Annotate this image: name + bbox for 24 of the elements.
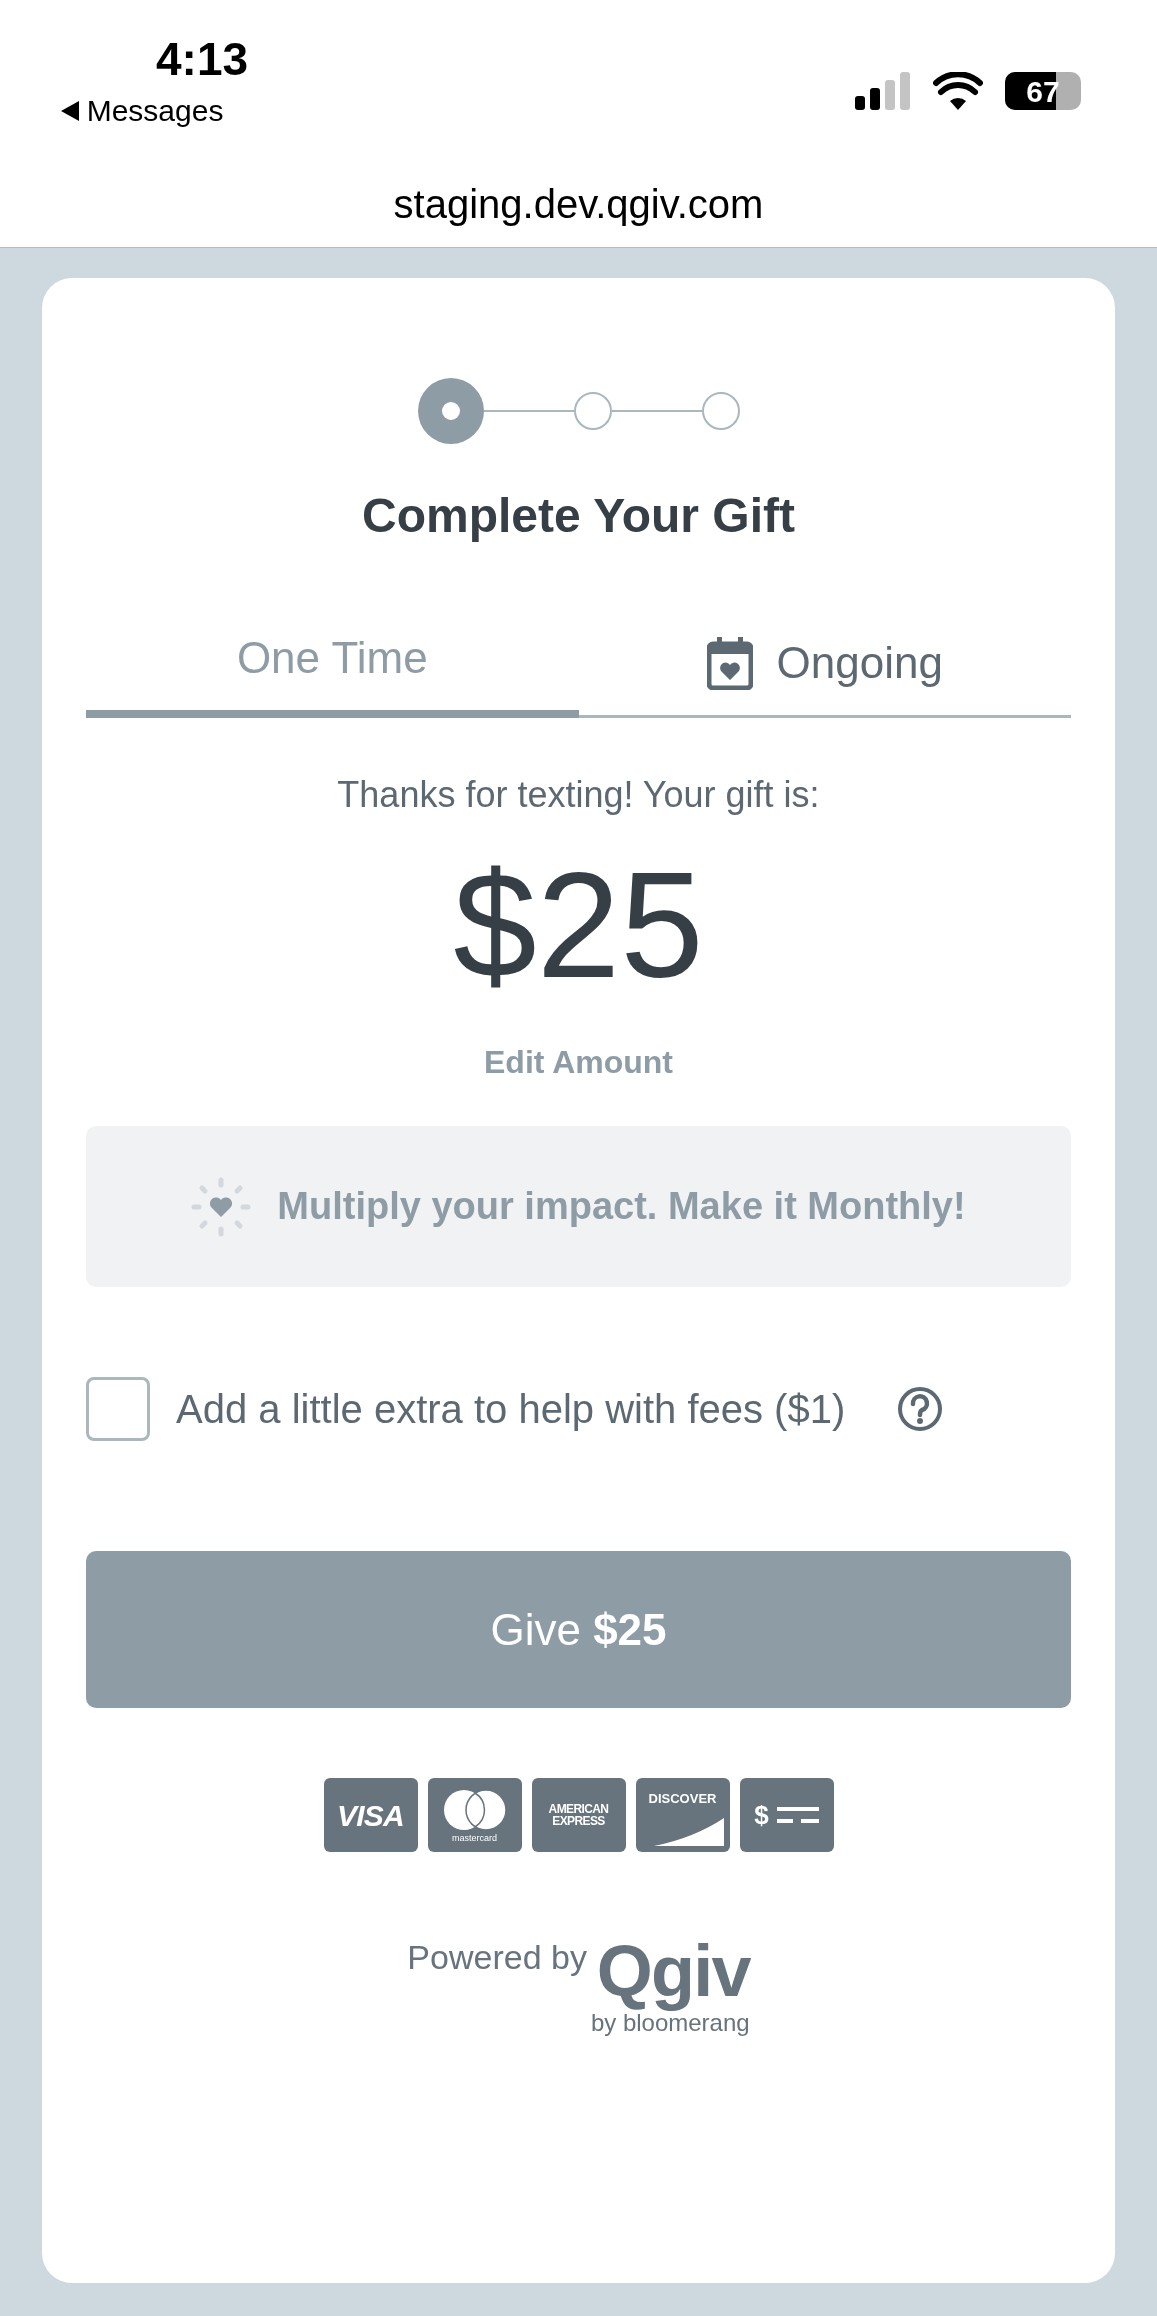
back-to-app-link[interactable]: Messages	[60, 88, 224, 133]
check-payment-logo: $	[739, 1778, 834, 1852]
amex-card-logo: AMERICAN EXPRESS	[531, 1778, 626, 1852]
signal-icon	[855, 72, 911, 110]
edit-amount-link[interactable]: Edit Amount	[484, 1038, 673, 1086]
help-icon[interactable]	[897, 1386, 944, 1432]
address-bar[interactable]: staging.dev.qgiv.com	[0, 160, 1157, 248]
amount-intro-text: Thanks for texting! Your gift is:	[337, 773, 820, 817]
frequency-tab[interactable]: One Time	[86, 606, 579, 718]
clock-time: 4:13	[156, 36, 249, 82]
page-title: Complete Your Gift	[362, 488, 795, 544]
mastercard-card-logo: mastercard	[427, 1778, 522, 1852]
gift-amount: $25	[453, 850, 704, 1000]
monthly-promo-banner[interactable]: Multiply your impact. Make it Monthly!	[86, 1126, 1071, 1287]
calendar-heart-icon	[706, 636, 753, 690]
fee-option-label: Add a little extra to help with fees ($1)	[176, 1386, 846, 1433]
wifi-icon	[933, 72, 983, 110]
visa-card-logo: VISA	[323, 1778, 418, 1852]
frequency-tab[interactable]: Ongoing	[578, 606, 1071, 718]
give-button[interactable]: Give $25	[86, 1551, 1071, 1708]
back-triangle-icon	[60, 100, 79, 121]
fee-checkbox[interactable]	[86, 1377, 150, 1441]
discover-card-logo: DISCOVER	[635, 1778, 730, 1852]
sparkle-heart-icon	[191, 1176, 252, 1237]
